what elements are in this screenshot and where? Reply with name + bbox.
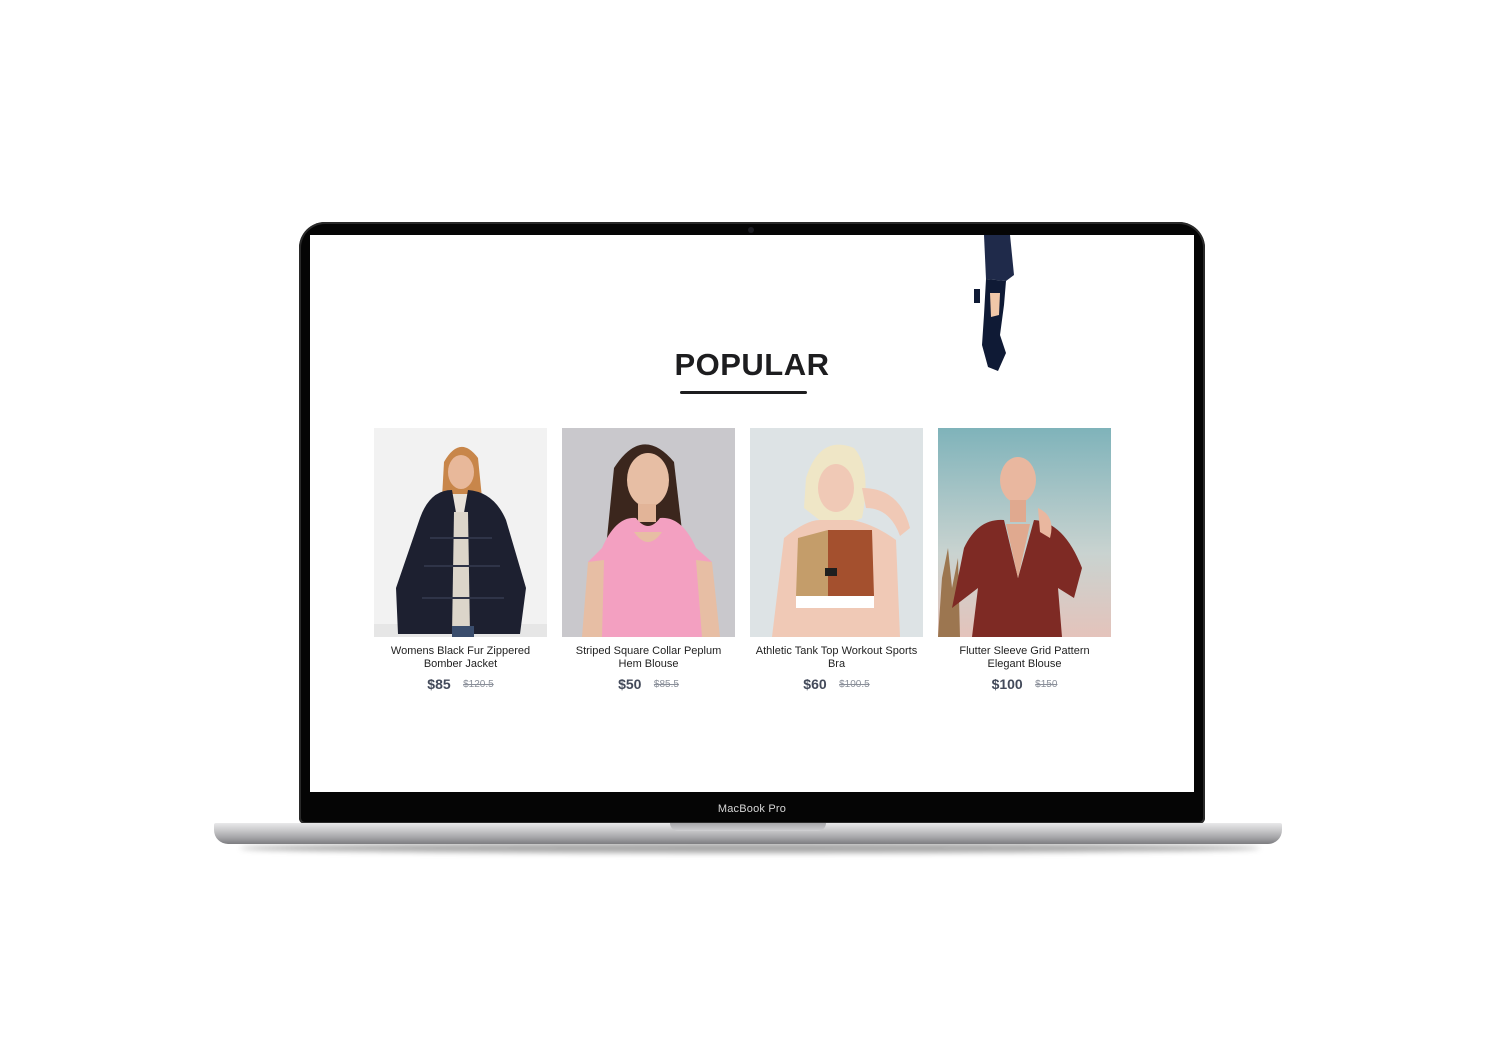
product-card[interactable]: Striped Square Collar Peplum Hem Blouse … xyxy=(562,428,735,694)
price-row: $60 $100.5 xyxy=(750,676,923,694)
product-name[interactable]: Flutter Sleeve Grid Pattern Elegant Blou… xyxy=(938,645,1111,671)
price-row: $50 $85.5 xyxy=(562,676,735,694)
product-image[interactable] xyxy=(374,428,547,637)
section-title: POPULAR xyxy=(674,347,830,382)
product-name[interactable]: Striped Square Collar Peplum Hem Blouse xyxy=(562,645,735,671)
product-image[interactable] xyxy=(750,428,923,637)
product-image[interactable] xyxy=(562,428,735,637)
product-price: $100 xyxy=(991,676,1023,692)
laptop-base xyxy=(214,823,1282,844)
product-card[interactable]: Athletic Tank Top Workout Sports Bra $60… xyxy=(750,428,923,694)
product-old-price: $150 xyxy=(1035,679,1058,690)
device-label: MacBook Pro xyxy=(717,803,787,815)
title-underline xyxy=(680,391,807,394)
product-image[interactable] xyxy=(938,428,1111,637)
product-old-price: $100.5 xyxy=(839,679,870,690)
product-name[interactable]: Athletic Tank Top Workout Sports Bra xyxy=(750,645,923,671)
product-price: $60 xyxy=(803,676,827,692)
laptop-opening-notch xyxy=(670,823,826,831)
product-price: $85 xyxy=(427,676,451,692)
product-card[interactable]: Flutter Sleeve Grid Pattern Elegant Blou… xyxy=(938,428,1111,694)
product-price: $50 xyxy=(618,676,642,692)
laptop-shadow xyxy=(240,843,1260,853)
product-old-price: $85.5 xyxy=(653,679,679,690)
price-row: $100 $150 xyxy=(938,676,1111,694)
laptop-lid: POPULAR Womens Black Fur Zippered Bomber… xyxy=(299,222,1205,824)
laptop-screen: POPULAR Womens Black Fur Zippered Bomber… xyxy=(310,235,1194,792)
camera-dot xyxy=(748,227,754,233)
product-name[interactable]: Womens Black Fur Zippered Bomber Jacket xyxy=(374,645,547,671)
product-old-price: $120.5 xyxy=(463,679,494,690)
price-row: $85 $120.5 xyxy=(374,676,547,694)
product-card[interactable]: Womens Black Fur Zippered Bomber Jacket … xyxy=(374,428,547,694)
